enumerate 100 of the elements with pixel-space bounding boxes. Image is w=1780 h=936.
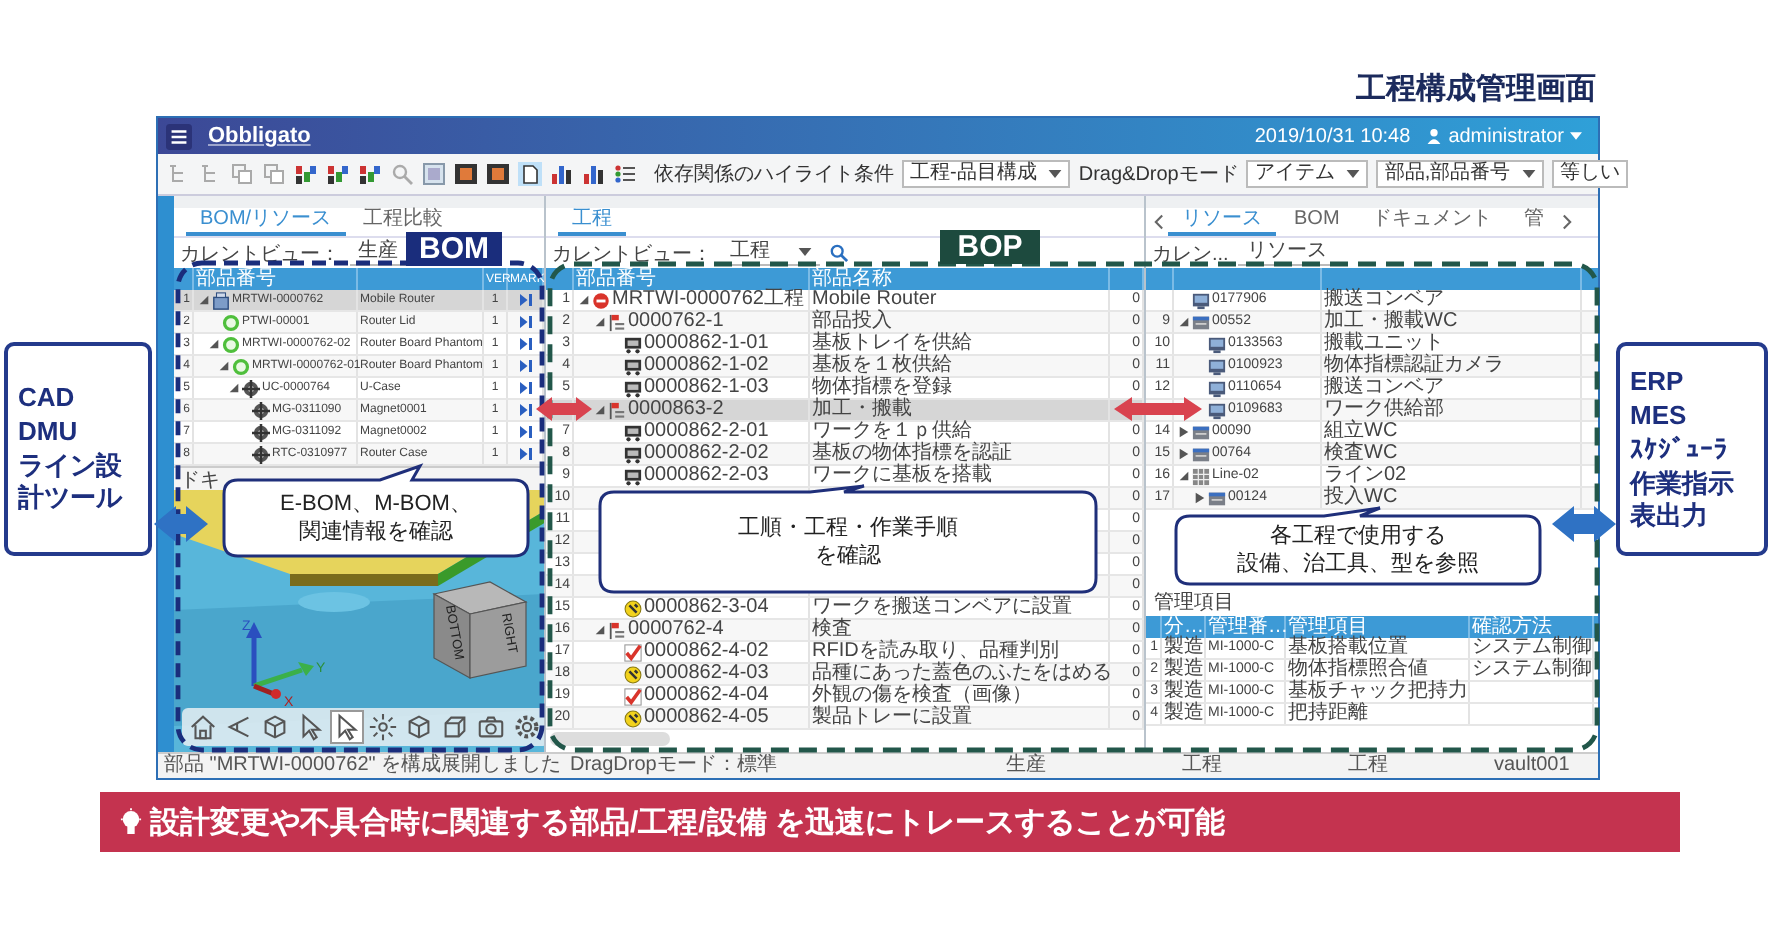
chevron-right-icon[interactable]: [1561, 214, 1572, 230]
triangle-icon[interactable]: [198, 294, 210, 306]
station-icon: [1192, 423, 1210, 441]
triangle-icon[interactable]: [594, 404, 606, 416]
box-icon[interactable]: [440, 712, 470, 742]
chevron-left-icon[interactable]: [1154, 214, 1164, 230]
double-arrow: [536, 397, 592, 421]
process-name: RFIDを読み取り、品種判別: [812, 642, 1059, 662]
search-icon[interactable]: [830, 244, 848, 262]
process-name: 品種にあった蓋色のふたをはめる: [812, 664, 1112, 684]
process-number: 0000862-1-02: [644, 356, 769, 376]
burst-icon[interactable]: [368, 712, 398, 742]
chart-icon[interactable]: [550, 162, 574, 186]
scrollbar-thumb[interactable]: [550, 732, 670, 746]
triangle-icon[interactable]: [1178, 470, 1190, 482]
machine-icon: [624, 335, 642, 353]
triangle-icon[interactable]: [1178, 316, 1190, 328]
process-number: 0000762-4: [628, 620, 724, 640]
system-name: DMU: [18, 416, 80, 448]
home-icon[interactable]: [188, 712, 218, 742]
table-cell: 製造: [1164, 638, 1204, 658]
caret-icon: [798, 248, 812, 256]
skip-icon[interactable]: [519, 382, 531, 394]
angle-icon[interactable]: [224, 712, 254, 742]
people-icon[interactable]: [358, 162, 382, 186]
check-icon: [624, 643, 642, 661]
table-cell: 製造: [1164, 682, 1204, 702]
callout-text: 各工程で使用する: [1270, 522, 1446, 550]
cube-icon[interactable]: [260, 712, 290, 742]
tab[interactable]: 工程比較: [349, 208, 458, 236]
lightbulb-icon: [120, 807, 142, 837]
callout-text: E-BOM、M-BOM、: [280, 490, 472, 518]
skip-icon[interactable]: [519, 426, 531, 438]
double-arrow: [1114, 397, 1202, 421]
system-name: ｽｹｼﾞｭｰﾗ: [1630, 433, 1730, 465]
people-icon[interactable]: [294, 162, 318, 186]
system-name: ERP: [1630, 365, 1686, 397]
process-name: 製品トレーに設置: [812, 708, 972, 728]
tab[interactable]: BOM: [1280, 208, 1354, 236]
camera-icon[interactable]: [476, 712, 506, 742]
table-cell: 製造: [1164, 660, 1204, 680]
triangle-icon[interactable]: [594, 316, 606, 328]
triangle-icon[interactable]: [1178, 426, 1190, 438]
image-icon[interactable]: [422, 162, 446, 186]
view-cube[interactable]: [432, 581, 528, 679]
grid-icon: [1192, 467, 1210, 485]
station-icon: [1192, 313, 1210, 331]
triangle-icon[interactable]: [228, 382, 240, 394]
cube-icon[interactable]: [404, 712, 434, 742]
toolbar-label: Drag&Dropモード: [1078, 162, 1239, 188]
station-icon: [1192, 445, 1210, 463]
resource-name: ワーク供給部: [1324, 400, 1444, 420]
menu-icon[interactable]: [166, 123, 192, 149]
column-header: 管理番…: [1208, 617, 1288, 637]
pointer-icon[interactable]: [332, 712, 362, 742]
film-icon[interactable]: [486, 162, 510, 186]
match-dropdown[interactable]: 等しい: [1552, 160, 1629, 188]
chart-icon[interactable]: [582, 162, 606, 186]
skip-icon[interactable]: [519, 360, 531, 372]
caret-icon: [1346, 170, 1361, 178]
triangle-icon[interactable]: [218, 360, 230, 372]
field-dropdown[interactable]: 部品,部品番号: [1376, 160, 1545, 188]
triangle-icon[interactable]: [1194, 492, 1206, 504]
column-header: 部品番号: [576, 269, 656, 289]
column-header: 分…: [1164, 617, 1204, 637]
tab[interactable]: ドキュメント: [1357, 208, 1506, 236]
triangle-icon[interactable]: [1178, 448, 1190, 460]
flag-icon: [608, 401, 626, 419]
triangle-icon[interactable]: [594, 624, 606, 636]
diagram-label: BOP: [940, 230, 1040, 264]
mode-dropdown[interactable]: アイテム: [1246, 160, 1369, 188]
process-name: 基板の物体指標を認証: [812, 444, 1012, 464]
table-cell: システム制御: [1472, 638, 1592, 658]
page-icon[interactable]: [518, 162, 542, 186]
highlight-dropdown[interactable]: 工程-品目構成: [902, 160, 1071, 188]
people-icon[interactable]: [326, 162, 350, 186]
tab[interactable]: 管: [1509, 208, 1558, 236]
settings-icon[interactable]: [512, 712, 542, 742]
monitor-icon: [1192, 291, 1210, 309]
skip-icon[interactable]: [519, 448, 531, 460]
process-name: 物体指標を登録: [812, 378, 952, 398]
view-label: カレン...: [1152, 241, 1229, 267]
view-select[interactable]: リソース: [1238, 240, 1335, 266]
table-cell: 基板チャック把持力: [1288, 682, 1468, 702]
skip-icon[interactable]: [519, 294, 531, 306]
table-row[interactable]: 0000863-2 加工・搬載: [546, 400, 1144, 422]
pointer-icon[interactable]: [296, 712, 326, 742]
triangle-icon[interactable]: [578, 294, 590, 306]
skip-icon[interactable]: [519, 316, 531, 328]
list-icon[interactable]: [614, 162, 638, 186]
film-icon[interactable]: [454, 162, 478, 186]
process-name: ワークを搬送コンベアに設置: [812, 598, 1072, 618]
callout-text: 設備、治工具、型を参照: [1237, 550, 1479, 578]
skip-icon[interactable]: [519, 404, 531, 416]
tab[interactable]: リソース: [1168, 208, 1276, 236]
section-title: 管理項目: [1154, 592, 1234, 614]
skip-icon[interactable]: [519, 338, 531, 350]
triangle-icon[interactable]: [208, 338, 220, 350]
view-select[interactable]: 工程: [722, 240, 820, 266]
resource-name: 投入WC: [1324, 488, 1398, 508]
